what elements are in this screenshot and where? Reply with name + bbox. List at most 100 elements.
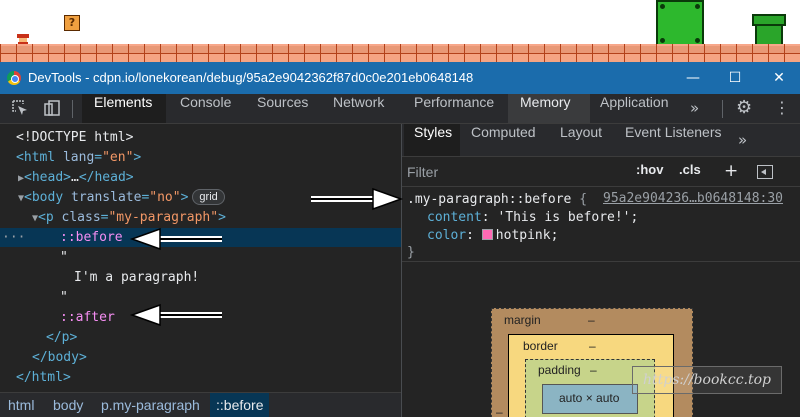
toolbar-separator (72, 100, 73, 118)
tab-computed[interactable]: Computed (461, 124, 546, 156)
tab-memory[interactable]: Memory (508, 94, 590, 123)
device-toolbar-icon[interactable] (42, 99, 62, 119)
dom-head-collapsed[interactable]: ▶<head>…</head> (0, 168, 401, 187)
property-name[interactable]: content (427, 210, 482, 225)
head-open-tag: <head> (24, 170, 71, 185)
brick-ground (0, 44, 800, 62)
question-block: ? (64, 15, 80, 31)
customize-menu-icon[interactable]: ⋮ (774, 98, 790, 117)
after-pseudo-text: ::after (60, 310, 115, 325)
breadcrumb: html body p.my-paragraph ::before (0, 392, 401, 417)
dom-doctype[interactable]: <!DOCTYPE html> (0, 128, 401, 147)
border-label: border (523, 339, 558, 353)
tag-close: > (218, 210, 226, 225)
declaration-content[interactable]: content: 'This is before!'; (407, 209, 638, 227)
tab-network[interactable]: Network (323, 94, 394, 123)
dom-body-close[interactable]: </body> (0, 348, 401, 367)
html-close-tag: </html> (16, 370, 71, 385)
box-model-content[interactable]: auto × auto (542, 384, 638, 414)
padding-label: padding (538, 363, 581, 377)
grid-badge[interactable]: grid (192, 189, 225, 205)
window-title-bar: DevTools - cdpn.io/lonekorean/debug/95a2… (0, 62, 800, 94)
tab-event-listeners[interactable]: Event Listeners (615, 124, 732, 156)
head-ellipsis[interactable]: … (71, 170, 79, 185)
dom-p-close[interactable]: </p> (0, 328, 401, 347)
annotation-arrow-styles (311, 187, 404, 211)
tab-sources[interactable]: Sources (247, 94, 318, 123)
translate-attr: translate (71, 190, 142, 205)
p-tag: <p (38, 210, 54, 225)
inspect-element-icon[interactable] (10, 99, 30, 119)
paragraph-text: I'm a paragraph! (74, 270, 200, 285)
rule-close: } (407, 244, 415, 261)
selected-row-marker[interactable]: ··· (2, 228, 25, 247)
html-tag: <html (16, 150, 56, 165)
more-sidebar-tabs-chevron-icon[interactable]: » (738, 131, 747, 149)
margin-value[interactable]: – (588, 313, 595, 327)
margin-left-value[interactable]: – (496, 405, 503, 417)
breadcrumb-body[interactable]: body (47, 393, 89, 417)
rule-source-link[interactable]: 95a2e904236…b0648148:30 (603, 191, 783, 206)
close-button[interactable]: ✕ (769, 68, 789, 88)
tag-close: > (180, 190, 189, 205)
breadcrumb-html[interactable]: html (2, 393, 40, 417)
before-pseudo-text: ::before (60, 230, 123, 245)
green-block (656, 0, 704, 47)
head-close-tag: </head> (78, 170, 134, 185)
quote-mark: " (60, 290, 68, 305)
toolbar-separator-right (722, 100, 723, 118)
tab-elements[interactable]: Elements (82, 94, 166, 123)
box-model-margin[interactable]: margin – – border – padding – auto × aut… (491, 308, 693, 417)
watermark: https://bookcc.top (632, 366, 782, 394)
tab-layout[interactable]: Layout (550, 124, 612, 156)
styles-filter-bar: :hov .cls + (402, 157, 800, 187)
tab-performance[interactable]: Performance (404, 94, 504, 123)
border-value[interactable]: – (589, 339, 596, 353)
declaration-color[interactable]: color: hotpink; (407, 227, 558, 245)
class-value: "my-paragraph" (108, 210, 219, 225)
dom-html-close[interactable]: </html> (0, 368, 401, 387)
margin-label: margin (504, 313, 541, 327)
tab-console[interactable]: Console (170, 94, 241, 123)
color-swatch-icon[interactable] (481, 229, 493, 240)
rule-selector-line: .my-paragraph::before { (407, 191, 587, 209)
elements-panel: <!DOCTYPE html> <html lang="en"> ▶<head>… (0, 124, 401, 392)
dom-text-node[interactable]: I'm a paragraph! (0, 268, 401, 287)
rule-selector[interactable]: .my-paragraph::before (407, 192, 571, 207)
game-preview: ? (0, 0, 800, 62)
quote-mark: " (60, 250, 68, 265)
hover-state-toggle[interactable]: :hov (636, 162, 663, 182)
annotation-arrow-before (129, 227, 222, 251)
style-rule-block: .my-paragraph::before { 95a2e904236…b064… (402, 187, 800, 262)
property-name[interactable]: color (427, 228, 466, 243)
class-attr: class (61, 210, 101, 225)
lang-value: "en" (102, 150, 134, 165)
maximize-button[interactable]: ☐ (725, 68, 745, 88)
more-tabs-chevron-icon[interactable]: » (690, 99, 699, 117)
annotation-arrow-after (129, 303, 222, 327)
property-value[interactable]: hotpink; (496, 228, 559, 243)
open-brace: { (579, 192, 588, 207)
content-size[interactable]: auto × auto (559, 391, 619, 405)
breadcrumb-before[interactable]: ::before (210, 393, 270, 417)
property-value[interactable]: 'This is before!'; (497, 210, 638, 225)
body-tag: <body (24, 190, 64, 205)
tab-styles[interactable]: Styles (404, 124, 460, 156)
translate-value: "no" (149, 190, 181, 205)
breadcrumb-p[interactable]: p.my-paragraph (95, 393, 206, 417)
toggle-computed-sidebar-icon[interactable] (757, 165, 773, 179)
tag-close: > (133, 150, 142, 165)
minimize-button[interactable]: — (683, 68, 703, 88)
class-toggle[interactable]: .cls (679, 162, 701, 182)
settings-gear-icon[interactable]: ⚙ (736, 97, 752, 118)
dom-html-open[interactable]: <html lang="en"> (0, 148, 401, 167)
tab-application[interactable]: Application (590, 94, 679, 123)
styles-filter-input[interactable] (407, 161, 607, 183)
padding-value[interactable]: – (590, 363, 597, 377)
body-close-tag: </body> (32, 350, 87, 365)
sidebar-tabbar: Styles Computed Layout Event Listeners » (402, 124, 800, 157)
lang-attr: lang (62, 150, 95, 165)
chrome-icon (7, 71, 21, 85)
add-style-rule-icon[interactable]: + (724, 162, 738, 182)
close-brace: } (407, 245, 415, 260)
